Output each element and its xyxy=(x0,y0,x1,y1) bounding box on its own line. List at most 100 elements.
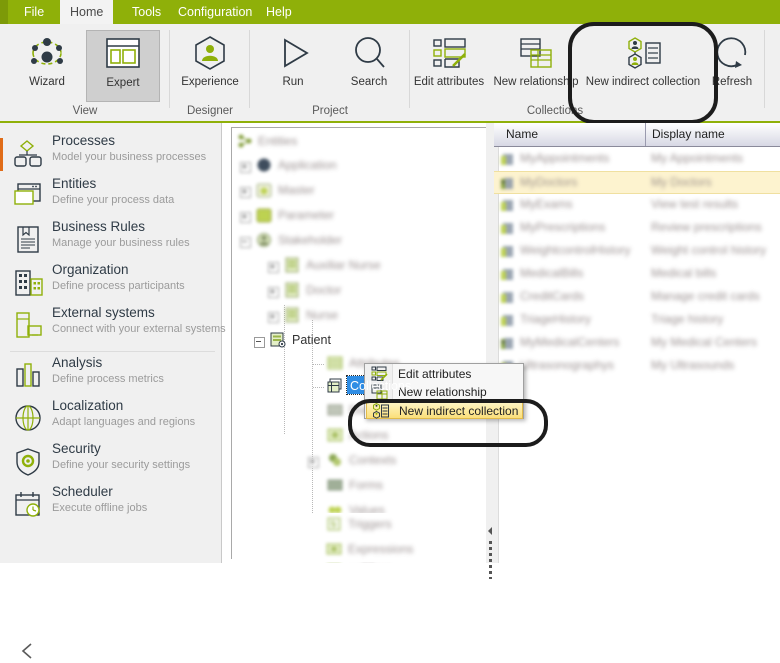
table-row[interactable]: MyDoctors My Doctors xyxy=(494,171,780,194)
tree-node-actions-label: Actions xyxy=(349,428,389,442)
table-cell-display: My Doctors xyxy=(651,175,712,189)
context-menu-item-new-indirect-collection[interactable]: New indirect collection xyxy=(366,401,523,419)
sidebar-active-accent xyxy=(0,138,3,171)
table-row[interactable]: TriageHistory Triage history xyxy=(494,309,780,332)
ribbon-button-search[interactable]: Search xyxy=(332,30,406,102)
sidebar-item-processes[interactable]: Processes Model your business processes xyxy=(8,133,218,175)
ribbon-button-refresh[interactable]: Refresh xyxy=(702,30,762,102)
sidebar-item-business-rules[interactable]: Business Rules Manage your business rule… xyxy=(8,219,218,261)
menu-item-home[interactable]: Home xyxy=(60,0,114,24)
sidebar-item-organization[interactable]: Organization Define process participants xyxy=(8,262,218,304)
grid-column-header-display-name[interactable]: Display name xyxy=(646,123,780,146)
tree-node-patient[interactable]: Patient xyxy=(232,329,489,352)
sidebar-item-entities[interactable]: Entities Define your process data xyxy=(8,176,218,218)
sidebar-item-analysis[interactable]: Analysis Define process metrics xyxy=(8,355,218,397)
tree-node-expressions-row[interactable]: Expressions xyxy=(232,538,489,561)
collections-grid-panel[interactable]: Name Display name MyAppointments My Appo… xyxy=(494,123,780,563)
shield-gear-icon xyxy=(14,447,46,477)
stakeholder-icon xyxy=(256,232,272,248)
table-cell-name: MedicalBills xyxy=(520,266,584,280)
ribbon-button-new-indirect-collection[interactable]: New indirect collection xyxy=(580,30,706,102)
table-row[interactable]: MyMedicalCenters My Medical Centers xyxy=(494,332,780,355)
table-row[interactable]: MyAppointments My Appointments xyxy=(494,148,780,171)
table-row[interactable]: MyPrescriptions Review prescriptions xyxy=(494,217,780,240)
sidebar-item-scheduler[interactable]: Scheduler Execute offline jobs xyxy=(8,484,218,526)
play-triangle-icon xyxy=(273,30,313,76)
expander-icon[interactable] xyxy=(268,287,279,298)
sidebar-collapse-button[interactable] xyxy=(18,641,40,663)
table-row[interactable]: CreditCards Manage credit cards xyxy=(494,286,780,309)
expander-icon[interactable] xyxy=(268,262,279,273)
tree-node-triggers-row[interactable]: Triggers xyxy=(232,513,489,536)
expander-icon[interactable] xyxy=(308,457,319,468)
tree-node-nurse-label: Nurse xyxy=(306,308,339,322)
sidebar-item-analysis-title: Analysis xyxy=(52,355,103,370)
sidebar-item-external-systems[interactable]: External systems Connect with your exter… xyxy=(8,305,226,347)
tree-node-stakeholder-label: Stakeholder xyxy=(278,233,343,247)
tree-node-auxiliar-nurse[interactable]: Auxiliar Nurse xyxy=(232,254,489,277)
expander-icon[interactable] xyxy=(240,212,251,223)
new-indirect-collection-icon xyxy=(621,30,665,76)
sphere-icon xyxy=(256,157,272,173)
ribbon-button-new-relationship-label: New relationship xyxy=(493,76,579,88)
menu-item-help[interactable]: Help xyxy=(256,0,302,24)
sidebar-item-security[interactable]: Security Define your security settings xyxy=(8,441,218,483)
contexts-icon xyxy=(327,452,343,468)
table-cell-display: My Ultrasounds xyxy=(651,358,735,372)
table-cell-name: TriageHistory xyxy=(520,312,591,326)
ribbon-button-new-relationship[interactable]: New relationship xyxy=(490,30,582,102)
expander-icon[interactable] xyxy=(240,237,251,248)
sidebar-divider xyxy=(10,351,215,352)
menu-item-configuration[interactable]: Configuration xyxy=(168,0,262,24)
table-row[interactable]: MedicalBills Medical bills xyxy=(494,263,780,286)
sidebar-item-processes-subtitle: Model your business processes xyxy=(52,151,207,163)
entities-tree-panel[interactable]: Entities Application Master Parameter St… xyxy=(231,127,490,559)
magnifier-icon xyxy=(349,30,389,76)
menu-item-file[interactable]: File xyxy=(14,0,54,24)
ribbon-button-experience[interactable]: Experience xyxy=(173,30,247,102)
table-row[interactable]: Ultrasonographys My Ultrasounds xyxy=(494,355,780,378)
tree-node-application[interactable]: Application xyxy=(232,154,489,177)
sidebar-item-entities-title: Entities xyxy=(52,176,97,191)
expander-icon[interactable] xyxy=(268,312,279,323)
table-cell-name: Ultrasonographys xyxy=(520,358,615,372)
ribbon-button-run[interactable]: Run xyxy=(256,30,330,102)
table-cell-display: Medical bills xyxy=(651,266,717,280)
tree-node-entities[interactable]: Entities xyxy=(232,130,489,153)
new-relationship-icon xyxy=(516,30,556,76)
collection-icon xyxy=(500,290,515,305)
menu-bar-edge xyxy=(0,0,8,24)
expander-icon[interactable] xyxy=(240,162,251,173)
ribbon-group-collections: Edit attributes New relationship New ind… xyxy=(410,24,765,121)
entity-icon xyxy=(284,307,300,323)
tree-node-doctor[interactable]: Doctor xyxy=(232,279,489,302)
network-nodes-icon xyxy=(25,30,69,76)
ribbon-button-edit-attributes[interactable]: Edit attributes xyxy=(410,30,488,102)
ribbon-group-view-label: View xyxy=(72,105,98,117)
ribbon-button-wizard[interactable]: Wizard xyxy=(10,30,84,102)
table-row[interactable]: WeightcontrolHistory Weight control hist… xyxy=(494,240,780,263)
ribbon-toolbar: Wizard Expert View Experience Designer R… xyxy=(0,24,780,123)
ribbon-group-project: Run Search Project xyxy=(250,24,410,121)
ribbon-button-refresh-label: Refresh xyxy=(711,76,753,88)
tree-node-master[interactable]: Master xyxy=(232,179,489,202)
expander-icon[interactable] xyxy=(240,187,251,198)
collection-icon xyxy=(500,313,515,328)
tree-node-forms[interactable]: Forms xyxy=(232,474,489,497)
grid-column-header-name[interactable]: Name xyxy=(500,123,645,146)
sidebar-item-external-systems-title: External systems xyxy=(52,305,155,320)
tree-node-parameter[interactable]: Parameter xyxy=(232,204,489,227)
tree-node-actions[interactable]: Actions xyxy=(232,424,489,447)
tree-node-entities-label: Entities xyxy=(258,134,298,148)
table-row[interactable]: MyExams View test results xyxy=(494,194,780,217)
expander-icon[interactable] xyxy=(254,337,265,348)
sidebar-item-localization[interactable]: Localization Adapt languages and regions xyxy=(8,398,218,440)
ribbon-button-expert[interactable]: Expert xyxy=(86,30,160,102)
splitter-collapse-arrow-icon[interactable] xyxy=(488,527,492,535)
tree-node-contexts[interactable]: Contexts xyxy=(232,449,489,472)
sidebar-item-business-rules-subtitle: Manage your business rules xyxy=(52,237,190,249)
menu-item-tools[interactable]: Tools xyxy=(122,0,171,24)
tree-node-stakeholder[interactable]: Stakeholder xyxy=(232,229,489,252)
tree-node-nurse[interactable]: Nurse xyxy=(232,304,489,327)
ribbon-button-run-label: Run xyxy=(282,76,304,88)
